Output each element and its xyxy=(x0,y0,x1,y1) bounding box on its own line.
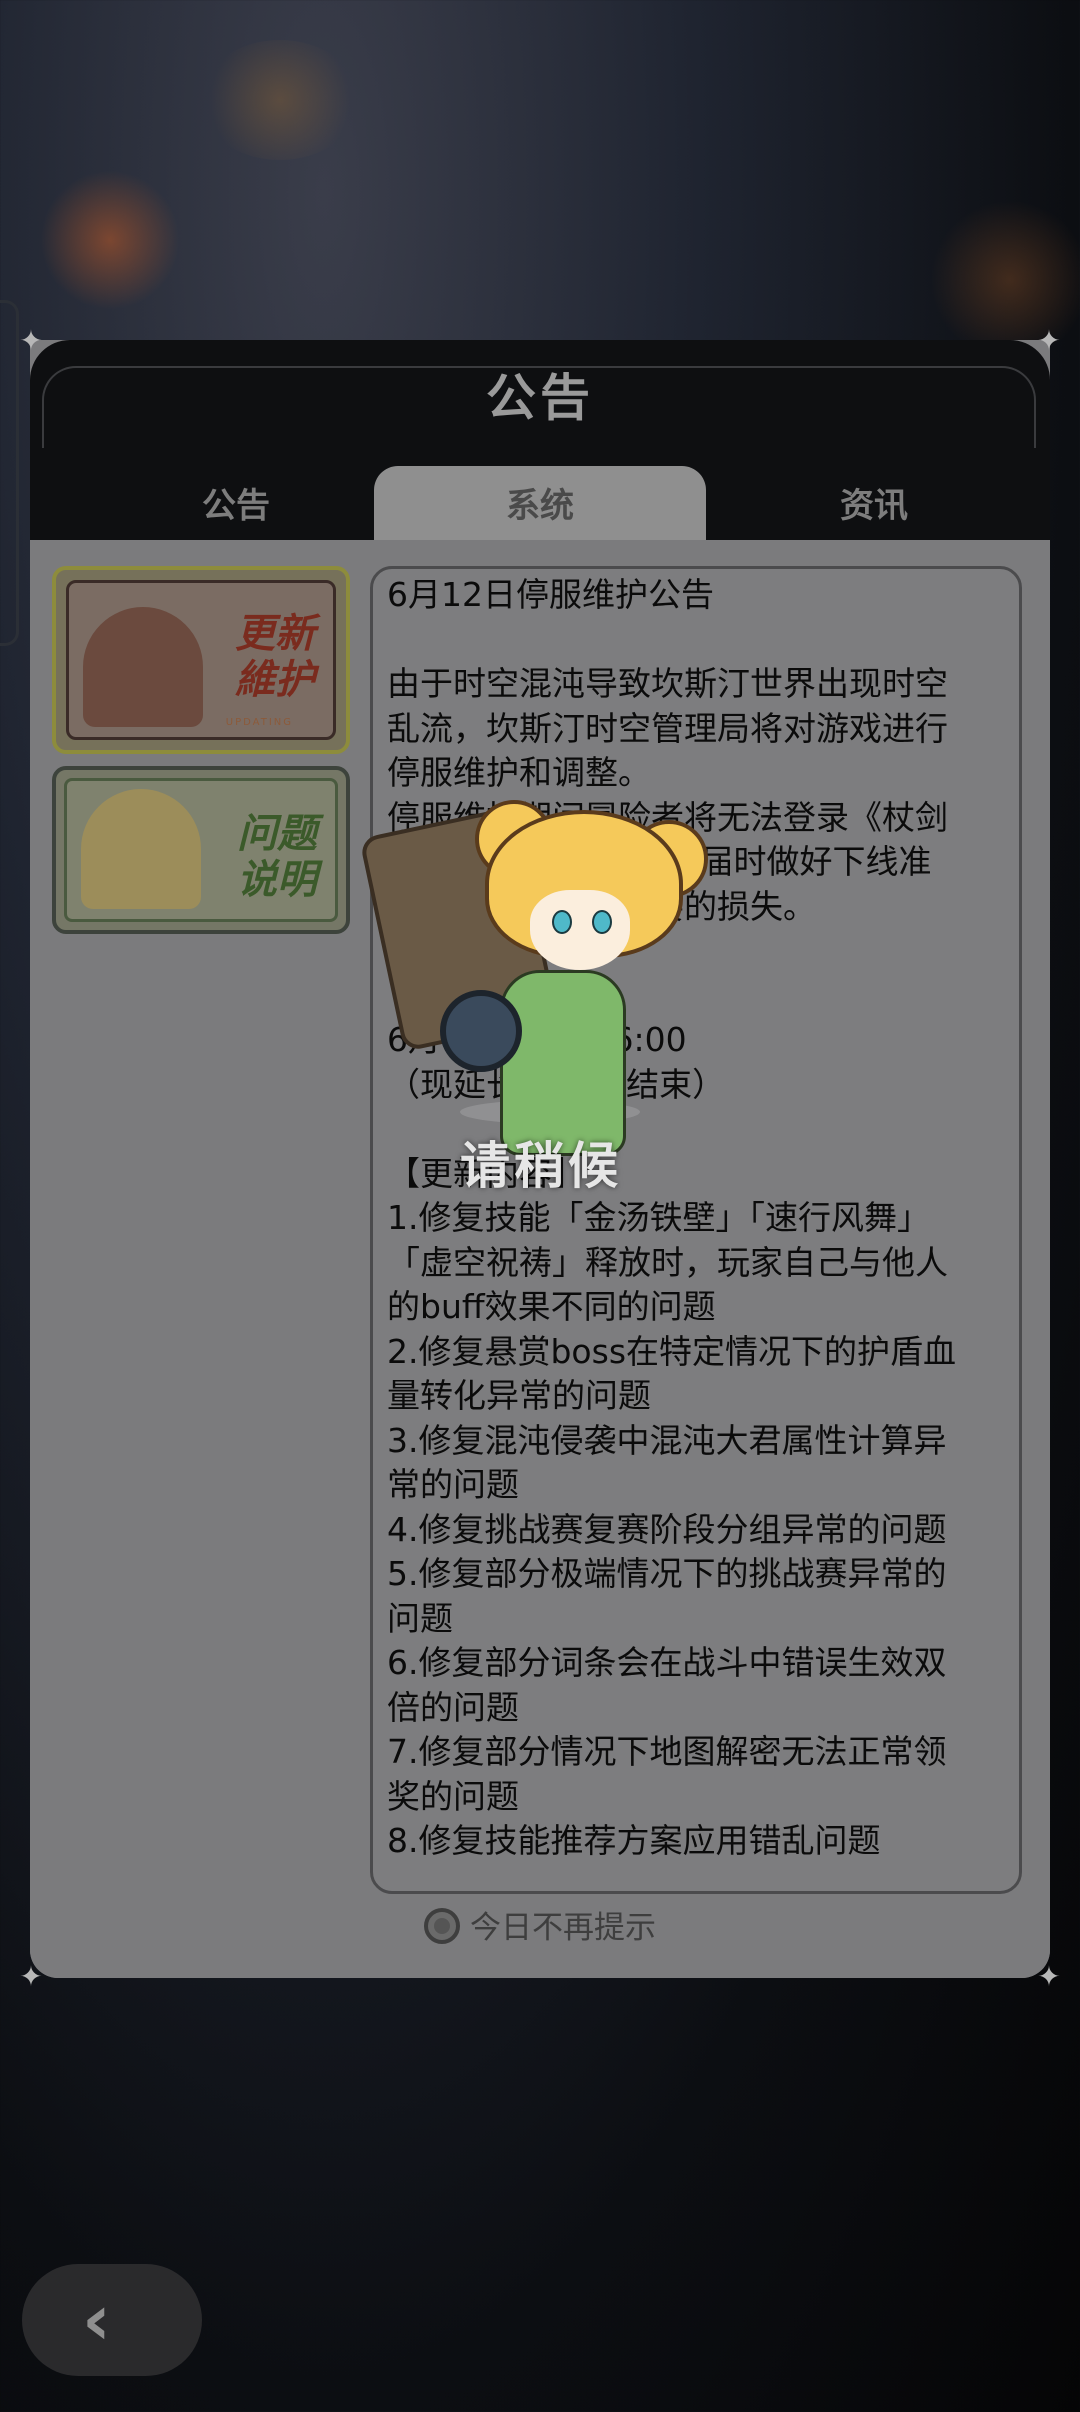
article-line: 8.修复技能推荐方案应用错乱问题 xyxy=(387,1821,881,1860)
tab-system[interactable]: 系统 xyxy=(374,466,706,546)
frying-pan-icon xyxy=(440,990,522,1072)
article-line: 由于时空混沌导致坎斯汀世界出现时空 xyxy=(387,664,948,703)
article-line: 常的问题 xyxy=(387,1465,519,1504)
side-card-update-maintenance[interactable]: 更新 維护 UPDATING xyxy=(52,566,350,754)
article-line: 2.修复悬赏boss在特定情况下的护盾血 xyxy=(387,1331,957,1371)
corner-ornament-icon: ✦ xyxy=(19,324,43,357)
back-button[interactable]: ‹ xyxy=(22,2264,202,2376)
character-eye xyxy=(592,910,612,934)
dialog-content: 更新 維护 UPDATING 问题 说明 6月12日停服维护公告 由于时空混沌导… xyxy=(30,540,1050,1978)
tab-news[interactable]: 资讯 xyxy=(708,466,1040,546)
article-line: 6月12日停服维护公告 xyxy=(387,575,714,614)
article-line: 7.修复部分情况下地图解密无法正常领 xyxy=(387,1732,947,1771)
card-title: 更新 維护 xyxy=(235,610,315,703)
card-title: 问题 说明 xyxy=(237,810,317,903)
loading-overlay: 请稍候 xyxy=(359,800,720,1220)
dialog-title: 公告 xyxy=(486,369,594,427)
article-line: 4.修复挑战赛复赛阶段分组异常的问题 xyxy=(387,1509,947,1549)
dont-show-today-label: 今日不再提示 xyxy=(470,1910,656,1946)
article-line: 量转化异常的问题 xyxy=(387,1376,651,1415)
character-face xyxy=(530,890,630,970)
character-portrait xyxy=(83,607,203,727)
side-panel-edge xyxy=(0,300,19,646)
character-eye xyxy=(552,910,572,934)
card-frame: 更新 維护 UPDATING xyxy=(66,580,336,740)
article-line: 3.修复混沌侵袭中混沌大君属性计算异 xyxy=(387,1420,947,1460)
article-line: 「虚空祝祷」释放时，玩家自己与他人 xyxy=(387,1242,948,1282)
card-frame: 问题 说明 xyxy=(64,778,338,922)
article-line: 倍的问题 xyxy=(387,1687,519,1727)
article-panel[interactable]: 6月12日停服维护公告 由于时空混沌导致坎斯汀世界出现时空 乱流，坎斯汀时空管理局… xyxy=(370,566,1022,1894)
chevron-left-icon: ‹ xyxy=(82,2279,111,2361)
side-card-issue-notes[interactable]: 问题 说明 xyxy=(52,766,350,934)
character-portrait xyxy=(81,789,201,909)
loading-text: 请稍候 xyxy=(460,1137,622,1195)
tab-announcement[interactable]: 公告 xyxy=(70,466,402,546)
corner-ornament-icon: ✦ xyxy=(1037,324,1061,357)
article-line: 停服维护和调整。 xyxy=(387,753,651,792)
radio-button[interactable] xyxy=(424,1908,460,1944)
article-line: 5.修复部分极端情况下的挑战赛异常的 xyxy=(387,1554,947,1593)
article-line: 乱流，坎斯汀时空管理局将对游戏进行 xyxy=(387,708,948,748)
background-glow xyxy=(40,170,180,310)
corner-ornament-icon: ✦ xyxy=(1037,1960,1061,1993)
article-line: 问题 xyxy=(387,1598,453,1638)
article-line: 奖的问题 xyxy=(387,1776,519,1816)
dialog-header: 公告 公告 系统 资讯 xyxy=(30,340,1050,546)
article-line: 的buff效果不同的问题 xyxy=(387,1287,716,1326)
article-line xyxy=(387,618,1007,663)
background-glow xyxy=(200,40,360,160)
article-line: 6.修复部分词条会在战斗中错误生效双 xyxy=(387,1643,947,1682)
dont-show-today-toggle[interactable]: 今日不再提示 xyxy=(30,1902,1050,1947)
card-subtitle: UPDATING xyxy=(225,717,293,728)
corner-ornament-icon: ✦ xyxy=(19,1960,43,1993)
